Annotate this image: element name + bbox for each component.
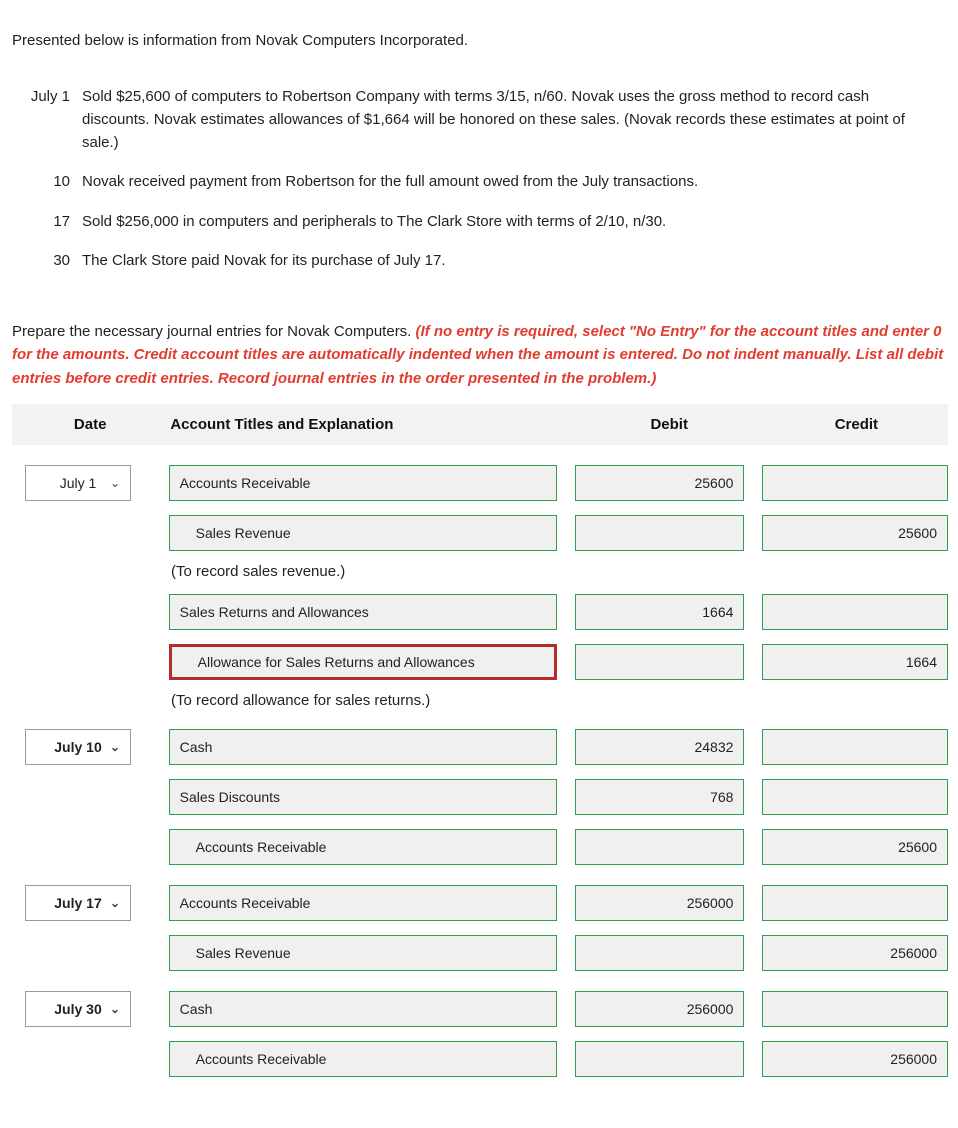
debit-input[interactable]: [575, 644, 745, 680]
debit-input[interactable]: 25600: [575, 465, 745, 501]
explanation-text: (To record sales revenue.): [169, 563, 345, 580]
explanation-text: (To record allowance for sales returns.): [169, 692, 430, 709]
credit-input[interactable]: [762, 991, 948, 1027]
event-text: Sold $25,600 of computers to Robertson C…: [82, 77, 948, 163]
journal-row: Accounts Receivable 256000: [12, 1041, 948, 1077]
journal-row: Sales Revenue 256000: [12, 935, 948, 971]
account-input[interactable]: Sales Revenue: [169, 515, 557, 551]
event-date: 17: [12, 202, 82, 241]
date-select[interactable]: July 30 ⌄: [25, 991, 131, 1027]
credit-input[interactable]: 1664: [762, 644, 948, 680]
intro-paragraph: Presented below is information from Nova…: [12, 30, 948, 53]
explanation-row: (To record sales revenue.): [12, 563, 948, 580]
account-input[interactable]: Accounts Receivable: [169, 1041, 557, 1077]
debit-input[interactable]: [575, 515, 745, 551]
journal-row: July 1 ⌄ Accounts Receivable 25600: [12, 465, 948, 501]
debit-input[interactable]: 1664: [575, 594, 745, 630]
credit-input[interactable]: 256000: [762, 1041, 948, 1077]
journal-row: July 30 ⌄ Cash 256000: [12, 991, 948, 1027]
account-input[interactable]: Accounts Receivable: [169, 829, 557, 865]
account-input[interactable]: Accounts Receivable: [169, 885, 557, 921]
account-input[interactable]: Sales Discounts: [169, 779, 557, 815]
date-select[interactable]: July 1 ⌄: [25, 465, 131, 501]
account-input[interactable]: Cash: [169, 729, 557, 765]
event-text: Novak received payment from Robertson fo…: [82, 162, 948, 201]
event-row: 17 Sold $256,000 in computers and periph…: [12, 202, 948, 241]
event-row: July 1 Sold $25,600 of computers to Robe…: [12, 77, 948, 163]
debit-input[interactable]: [575, 829, 745, 865]
credit-input[interactable]: [762, 594, 948, 630]
journal-row: Accounts Receivable 25600: [12, 829, 948, 865]
debit-input[interactable]: [575, 935, 745, 971]
account-input[interactable]: Cash: [169, 991, 557, 1027]
journal-row: July 17 ⌄ Accounts Receivable 256000: [12, 885, 948, 921]
date-select-value: July 30: [54, 1001, 101, 1017]
event-date: 10: [12, 162, 82, 201]
credit-input[interactable]: 25600: [762, 829, 948, 865]
date-select[interactable]: July 10 ⌄: [25, 729, 131, 765]
journal-row: Allowance for Sales Returns and Allowanc…: [12, 644, 948, 680]
date-select-value: July 17: [54, 895, 101, 911]
date-select[interactable]: July 17 ⌄: [25, 885, 131, 921]
chevron-down-icon: ⌄: [110, 740, 120, 754]
credit-input[interactable]: [762, 729, 948, 765]
journal-row: Sales Revenue 25600: [12, 515, 948, 551]
credit-input[interactable]: [762, 465, 948, 501]
chevron-down-icon: ⌄: [110, 1002, 120, 1016]
header-account: Account Titles and Explanation: [168, 416, 573, 433]
date-select-value: July 10: [54, 739, 101, 755]
credit-input[interactable]: 25600: [762, 515, 948, 551]
journal-row: Sales Discounts 768: [12, 779, 948, 815]
debit-input[interactable]: 256000: [575, 885, 745, 921]
credit-input[interactable]: [762, 885, 948, 921]
journal-row: Sales Returns and Allowances 1664: [12, 594, 948, 630]
header-debit: Debit: [574, 416, 765, 433]
date-select-value: July 1: [60, 475, 97, 491]
explanation-row: (To record allowance for sales returns.): [12, 692, 948, 709]
account-input[interactable]: Accounts Receivable: [169, 465, 557, 501]
instruction-text: Prepare the necessary journal entries fo…: [12, 320, 948, 390]
account-input-incorrect[interactable]: Allowance for Sales Returns and Allowanc…: [169, 644, 557, 680]
events-table: July 1 Sold $25,600 of computers to Robe…: [12, 77, 948, 281]
debit-input[interactable]: [575, 1041, 745, 1077]
account-input[interactable]: Sales Returns and Allowances: [169, 594, 557, 630]
journal-entries: July 1 ⌄ Accounts Receivable 25600 Sales…: [12, 465, 948, 1077]
account-input[interactable]: Sales Revenue: [169, 935, 557, 971]
event-date: 30: [12, 241, 82, 280]
event-text: Sold $256,000 in computers and periphera…: [82, 202, 948, 241]
debit-input[interactable]: 256000: [575, 991, 745, 1027]
debit-input[interactable]: 768: [575, 779, 745, 815]
chevron-down-icon: ⌄: [110, 476, 120, 490]
header-credit: Credit: [765, 416, 948, 433]
credit-input[interactable]: 256000: [762, 935, 948, 971]
instruction-plain: Prepare the necessary journal entries fo…: [12, 323, 416, 340]
credit-input[interactable]: [762, 779, 948, 815]
journal-header-row: Date Account Titles and Explanation Debi…: [12, 404, 948, 445]
event-text: The Clark Store paid Novak for its purch…: [82, 241, 948, 280]
event-date: July 1: [12, 77, 82, 163]
chevron-down-icon: ⌄: [110, 896, 120, 910]
debit-input[interactable]: 24832: [575, 729, 745, 765]
journal-row: July 10 ⌄ Cash 24832: [12, 729, 948, 765]
event-row: 10 Novak received payment from Robertson…: [12, 162, 948, 201]
header-date: Date: [12, 416, 168, 433]
event-row: 30 The Clark Store paid Novak for its pu…: [12, 241, 948, 280]
